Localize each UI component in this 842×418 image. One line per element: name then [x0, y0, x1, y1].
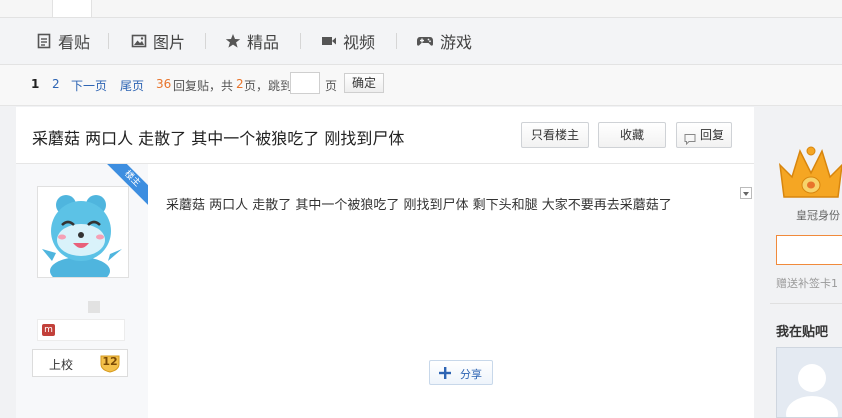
confirm-jump-button[interactable]: 确定 [344, 73, 384, 93]
op-ribbon: 楼主 [100, 164, 148, 212]
reply-count: 36 [156, 77, 172, 91]
forum-nav-bar: 看贴 图片 精品 视频 游戏 [0, 18, 842, 65]
thread-title: 采蘑菇 两口人 走散了 其中一个被狼吃了 刚找到尸体 [32, 129, 405, 148]
page-2-link[interactable]: 2 [52, 77, 60, 91]
nav-tab-posts[interactable]: 看贴 [36, 30, 90, 52]
right-sidebar: 皇冠身份 赠送补签卡1 我在贴吧 [754, 107, 842, 418]
total-pages: 2 [236, 77, 244, 91]
nav-tab-label: 游戏 [440, 33, 473, 52]
plus-share-icon [439, 367, 451, 379]
thread-title-bar: 采蘑菇 两口人 走散了 其中一个被狼吃了 刚找到尸体 只看楼主 收藏 回复 [16, 107, 754, 164]
share-button[interactable]: 分享 [429, 360, 493, 385]
level-number: 12 [102, 355, 118, 368]
nav-tab-videos[interactable]: 视频 [321, 30, 375, 52]
share-button-label: 分享 [460, 368, 482, 381]
gamepad-icon [416, 33, 434, 49]
crown-icon[interactable] [776, 141, 842, 205]
sign-in-input[interactable] [776, 235, 842, 265]
image-icon [131, 33, 147, 49]
nav-tab-label: 看贴 [58, 33, 91, 52]
page-jump-input[interactable] [290, 72, 320, 94]
post-options-dropdown[interactable] [740, 187, 752, 199]
nav-divider [205, 33, 206, 49]
my-in-tieba-heading: 我在贴吧 [776, 325, 829, 340]
post-body-text: 采蘑菇 两口人 走散了 其中一个被狼吃了 刚找到尸体 剩下头和腿 大家不要再去采… [166, 198, 672, 213]
nav-tab-label: 视频 [343, 33, 376, 52]
page-unit: 页 [325, 79, 338, 93]
nav-tab-games[interactable]: 游戏 [416, 30, 472, 52]
nav-divider [108, 33, 109, 49]
author-level-box[interactable]: 上校 12 [32, 349, 128, 377]
star-icon [225, 33, 241, 49]
sign-card-note: 赠送补签卡1 [776, 277, 838, 290]
nav-tab-label: 图片 [153, 33, 186, 52]
sidebar-divider [770, 303, 842, 304]
author-username[interactable] [88, 301, 100, 313]
pager-bar: 1 2 下一页 尾页 36 回复贴，共 2 页，跳到 页 确定 [0, 65, 842, 106]
op-ribbon-label: 楼主 [105, 164, 148, 206]
author-badge-row: m [37, 319, 125, 341]
reply-text: 回复贴，共 [173, 79, 234, 93]
nav-tab-label: 精品 [247, 33, 280, 52]
chevron-down-icon [743, 192, 749, 196]
post-content-area: 采蘑菇 两口人 走散了 其中一个被狼吃了 刚找到尸体 剩下头和腿 大家不要再去采… [148, 164, 754, 418]
level-title: 上校 [49, 358, 74, 372]
nav-tab-featured[interactable]: 精品 [225, 30, 279, 52]
next-page-link[interactable]: 下一页 [71, 77, 107, 94]
last-page-link[interactable]: 尾页 [120, 77, 144, 94]
reply-button[interactable]: 回复 [676, 122, 732, 148]
my-avatar[interactable] [776, 347, 842, 418]
speech-bubble-icon [684, 129, 696, 146]
crown-identity-label[interactable]: 皇冠身份 [796, 207, 840, 223]
nav-divider [300, 33, 301, 49]
only-op-button[interactable]: 只看楼主 [521, 122, 589, 148]
nav-divider [396, 33, 397, 49]
current-page-number: 1 [31, 77, 40, 91]
top-strip [0, 0, 842, 18]
document-icon [36, 33, 52, 49]
video-camera-icon [321, 33, 337, 49]
reply-button-label: 回复 [699, 128, 724, 142]
member-badge-icon[interactable]: m [42, 324, 55, 336]
nav-tab-images[interactable]: 图片 [131, 30, 185, 52]
top-tab-edge [52, 0, 92, 17]
favorite-button[interactable]: 收藏 [598, 122, 666, 148]
jump-to-text: 页，跳到 [244, 79, 293, 93]
level-badge-icon: 12 [99, 353, 121, 373]
